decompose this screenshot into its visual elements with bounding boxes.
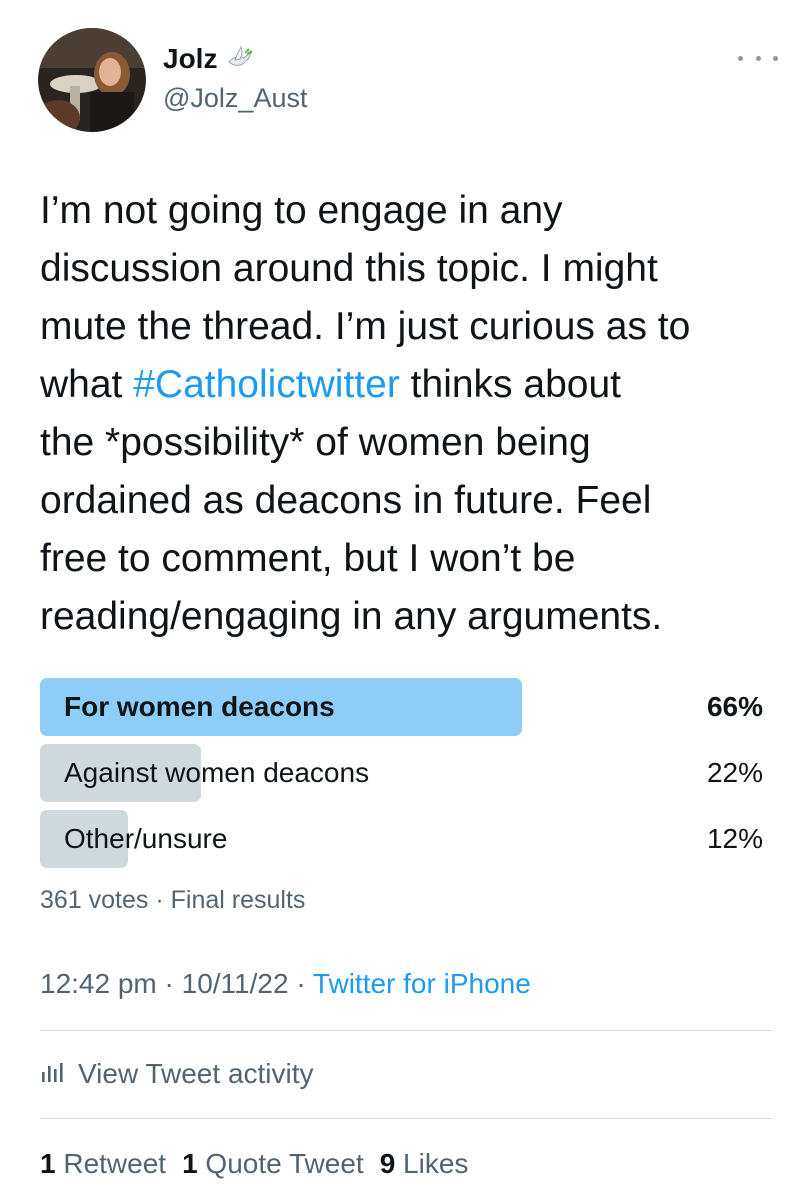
poll-option: Against women deacons 22% [40,744,771,802]
poll-option-percent: 12% [706,823,763,854]
poll-option-label: Against women deacons [64,757,370,788]
avatar[interactable] [38,28,146,132]
divider [40,1030,771,1031]
poll-option-percent: 22% [706,757,763,788]
tweet-text-line: I’m not going to engage in any [40,189,563,232]
more-icon-dot [738,55,743,61]
tweet-text-line: the *possibility* of women being [40,421,591,464]
tweet-text-line: ordained as deacons in future. Feel [40,479,652,522]
tweet-detail: Jolz @Jolz_Aust I’m not going to engage … [0,0,811,1200]
more-options-button[interactable] [738,48,778,68]
likes-count: 9 [379,1148,396,1179]
hashtag-link[interactable]: #Catholictwitter [133,363,400,406]
timestamp[interactable]: 12:42 pm · 10/11/22 · [40,968,313,999]
likes-label: Likes [395,1148,469,1179]
poll-option-percent: 66% [706,691,763,722]
tweet-text-fragment: what [40,363,134,406]
quote-tweets-label: Quote Tweet [197,1148,364,1179]
tweet-text-line: discussion around this topic. I might [40,247,658,290]
view-tweet-activity-button[interactable]: View Tweet activity [40,1054,314,1094]
quote-tweets-count: 1 [182,1148,198,1179]
tweet-text-line: free to comment, but I won’t be [40,537,576,580]
more-icon-dot [755,55,761,61]
bar-chart-icon [40,1058,66,1091]
more-icon-dot [773,55,778,61]
tweet-text-line: what #Catholictwitter thinks about [40,356,790,414]
poll-footer: 361 votes · Final results [40,886,306,914]
retweets-count: 1 [40,1148,56,1179]
tweet-text: I’m not going to engage in any discussio… [40,182,790,646]
tweet-text-line: mute the thread. I’m just curious as to [40,305,691,348]
display-name-text: Jolz [163,43,218,74]
view-tweet-activity-label: View Tweet activity [78,1058,314,1089]
display-name[interactable]: Jolz [163,42,255,76]
poll-option-label: For women deacons [64,691,335,722]
likes-stat[interactable]: 9 Likes [380,1146,469,1182]
tweet-text-fragment: thinks about [399,363,621,406]
quote-tweets-stat[interactable]: 1 Quote Tweet [182,1146,364,1182]
divider [40,1118,771,1119]
retweets-label: Retweet [55,1148,167,1179]
poll-option-label: Other/unsure [64,823,228,854]
client-link[interactable]: Twitter for iPhone [313,968,531,999]
tweet-text-line: reading/engaging in any arguments. [40,595,663,638]
poll-option: Other/unsure 12% [40,810,771,868]
dove-of-peace-icon [225,44,255,74]
engagement-stats: 1 Retweet 1 Quote Tweet 9 Likes [40,1146,468,1182]
retweets-stat[interactable]: 1 Retweet [40,1146,166,1182]
tweet-metadata: 12:42 pm · 10/11/22 · Twitter for iPhone [40,966,531,1002]
poll-option: For women deacons 66% [40,678,771,736]
user-handle[interactable]: @Jolz_Aust [163,82,307,114]
